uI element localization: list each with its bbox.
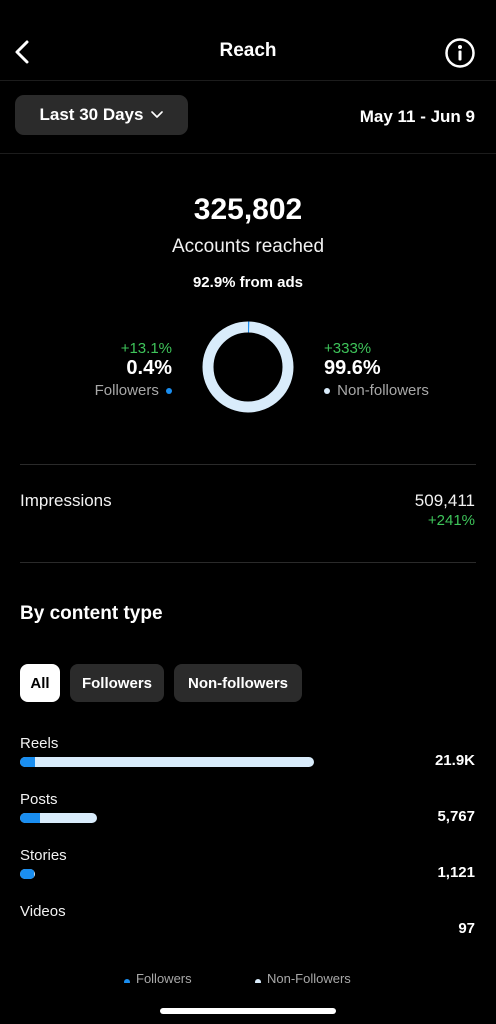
followers-bar-segment (20, 757, 35, 767)
content-row-bar (20, 869, 35, 879)
followers-percent: 0.4% (126, 357, 172, 379)
content-row-value: 21.9K (434, 752, 475, 769)
impressions-value: 509,411 (414, 491, 475, 510)
content-row-label: Reels (20, 735, 59, 752)
info-circle-icon (445, 38, 475, 68)
non-followers-dot (324, 388, 330, 395)
date-filter-label: Last 30 Days (39, 105, 144, 124)
date-range: May 11 - Jun 9 (359, 107, 475, 126)
non-followers-change: +333% (324, 340, 372, 357)
content-row-value: 1,121 (437, 864, 475, 881)
header-divider (0, 80, 496, 81)
non-followers-arc (202, 321, 294, 413)
followers-label: Followers (94, 382, 159, 399)
followers-bar-segment (20, 813, 40, 823)
non-followers-label: Non-followers (337, 382, 429, 399)
date-filter-dropdown[interactable]: Last 30 Days (15, 95, 188, 135)
home-indicator (160, 1008, 336, 1014)
page-title: Reach (219, 40, 277, 61)
non-followers-percent: 99.6% (324, 357, 381, 379)
content-row-label: Posts (20, 791, 58, 808)
legend-non-followers-label: Non-Followers (267, 973, 351, 983)
impressions-change: +241% (427, 512, 475, 529)
impressions-label: Impressions (20, 491, 112, 510)
filter-divider (0, 153, 496, 154)
chevron-down-icon (151, 111, 164, 118)
followers-dot (166, 388, 172, 395)
content-row-value: 97 (458, 920, 475, 937)
chip-all[interactable]: All (20, 664, 60, 702)
content-row-label: Videos (20, 903, 66, 920)
legend-followers-dot (124, 979, 130, 983)
content-row-label: Stories (20, 847, 67, 864)
content-row-bar (20, 757, 314, 767)
content-row-value: 5,767 (437, 808, 475, 825)
content-row-bar (20, 813, 97, 823)
non-followers-legend: Non-followers (324, 382, 429, 399)
followers-change: +13.1% (120, 340, 172, 357)
section-title: By content type (20, 603, 163, 624)
accounts-reached-count: 325,802 (193, 193, 303, 226)
legend-followers-label: Followers (136, 973, 192, 983)
followers-bar-segment (20, 869, 34, 879)
from-ads-stat: 92.9% from ads (192, 274, 304, 291)
chart-legend: Followers Non-Followers (0, 973, 496, 983)
section-divider (20, 464, 476, 465)
reach-donut-chart (202, 321, 294, 413)
chip-non-followers[interactable]: Non-followers (174, 664, 302, 702)
legend-non-followers-dot (255, 979, 261, 983)
info-button[interactable] (444, 37, 476, 69)
chip-followers[interactable]: Followers (70, 664, 164, 702)
accounts-reached-label: Accounts reached (171, 236, 325, 257)
section-divider (20, 562, 476, 563)
followers-legend: Followers (95, 382, 172, 399)
